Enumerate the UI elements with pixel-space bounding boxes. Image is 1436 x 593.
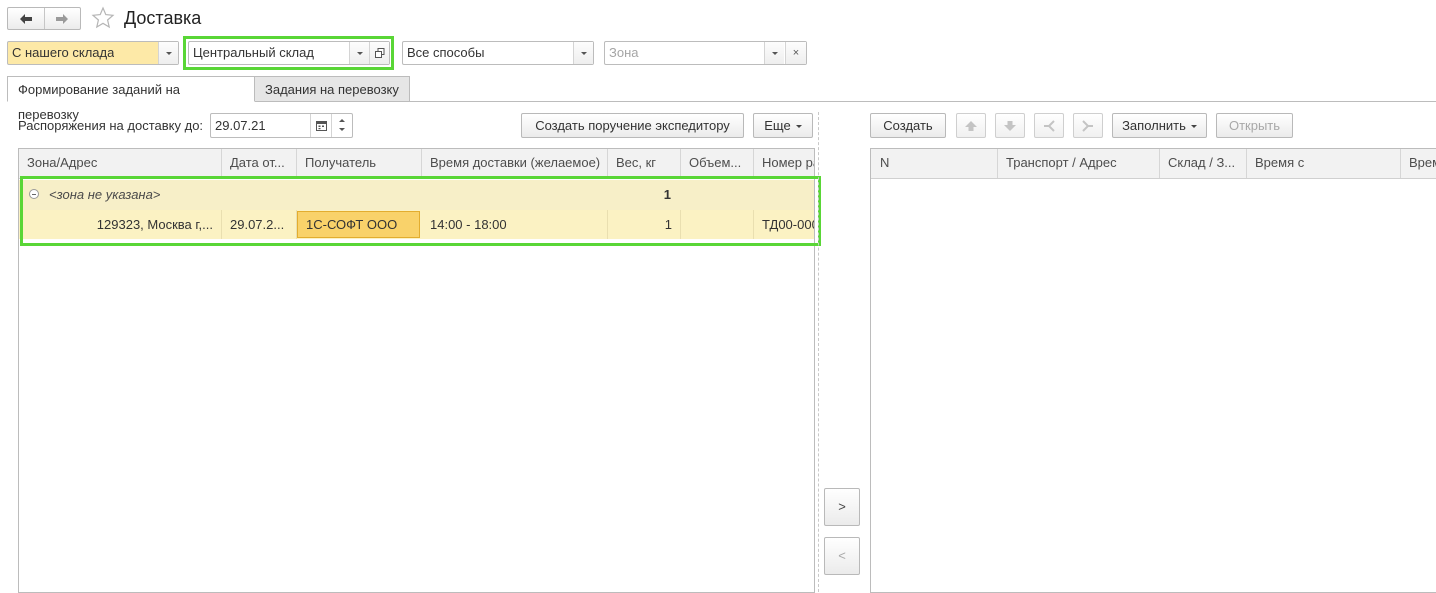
fill-label: Заполнить xyxy=(1122,118,1186,133)
source-select[interactable]: С нашего склада xyxy=(7,41,179,65)
chevron-down-icon[interactable] xyxy=(573,42,593,64)
arrow-right-icon xyxy=(56,13,69,24)
calendar-icon[interactable] xyxy=(310,114,331,137)
move-right-button[interactable]: > xyxy=(824,488,860,526)
delivery-method-value: Все способы xyxy=(407,45,485,60)
move-down-button[interactable] xyxy=(995,113,1025,138)
date-stepper[interactable] xyxy=(331,114,352,137)
column-n[interactable]: N xyxy=(871,149,998,178)
rows-highlight xyxy=(20,176,821,246)
split-button[interactable] xyxy=(1034,113,1064,138)
column-delivery-time[interactable]: Время доставки (желаемое) xyxy=(422,149,608,178)
move-up-button[interactable] xyxy=(956,113,986,138)
forward-button[interactable] xyxy=(43,8,81,29)
page-title: Доставка xyxy=(124,8,202,28)
split-icon xyxy=(1044,119,1055,132)
fill-button[interactable]: Заполнить xyxy=(1112,113,1207,138)
open-button[interactable]: Открыть xyxy=(1216,113,1293,138)
column-transport-address[interactable]: Транспорт / Адрес xyxy=(998,149,1160,178)
date-field[interactable]: 29.07.21 xyxy=(210,113,353,138)
source-value: С нашего склада xyxy=(12,45,115,60)
orders-table-header: Зона/Адрес Дата от... Получатель Время д… xyxy=(19,149,814,179)
create-order-button[interactable]: Создать поручение экспедитору xyxy=(521,113,744,138)
create-button[interactable]: Создать xyxy=(870,113,946,138)
tab-transport-tasks[interactable]: Задания на перевозку xyxy=(254,76,410,102)
clear-icon[interactable]: × xyxy=(785,42,806,64)
more-label: Еще xyxy=(764,118,791,133)
more-button[interactable]: Еще xyxy=(753,113,813,138)
arrow-up-icon xyxy=(965,120,977,131)
chevron-down-icon[interactable] xyxy=(339,128,345,131)
warehouse-value: Центральный склад xyxy=(193,45,314,60)
column-time-to[interactable]: Врем xyxy=(1401,149,1436,178)
navigation-buttons xyxy=(7,7,81,30)
merge-button[interactable] xyxy=(1073,113,1103,138)
column-recipient[interactable]: Получатель xyxy=(297,149,422,178)
chevron-down-icon[interactable] xyxy=(158,42,178,64)
chevron-down-icon xyxy=(795,125,802,129)
column-warehouse-zone[interactable]: Склад / З... xyxy=(1160,149,1247,178)
arrow-down-icon xyxy=(1004,120,1016,131)
transport-tasks-table[interactable]: N Транспорт / Адрес Склад / З... Время с… xyxy=(870,148,1436,593)
back-button[interactable] xyxy=(8,8,44,29)
column-date[interactable]: Дата от... xyxy=(222,149,297,178)
chevron-down-icon xyxy=(1190,125,1197,129)
open-window-icon[interactable] xyxy=(369,42,389,64)
panel-splitter[interactable] xyxy=(818,112,819,592)
delivery-method-select[interactable]: Все способы xyxy=(402,41,594,65)
tab-formation[interactable]: Формирование заданий на перевозку xyxy=(7,76,255,122)
transport-table-header: N Транспорт / Адрес Склад / З... Время с… xyxy=(871,149,1436,179)
date-value: 29.07.21 xyxy=(215,118,266,133)
column-volume[interactable]: Объем... xyxy=(681,149,754,178)
column-time-from[interactable]: Время с xyxy=(1247,149,1401,178)
column-weight[interactable]: Вес, кг xyxy=(608,149,681,178)
chevron-up-icon[interactable] xyxy=(339,119,345,122)
zone-placeholder: Зона xyxy=(609,45,639,60)
favorite-star-icon[interactable] xyxy=(91,6,115,30)
chevron-down-icon[interactable] xyxy=(764,42,784,64)
move-left-button[interactable]: < xyxy=(824,537,860,575)
merge-icon xyxy=(1082,119,1093,132)
column-number[interactable]: Номер ра xyxy=(754,149,814,178)
zone-input[interactable]: Зона × xyxy=(604,41,807,65)
arrow-left-icon xyxy=(19,13,32,24)
column-zone-address[interactable]: Зона/Адрес xyxy=(19,149,222,178)
warehouse-select[interactable]: Центральный склад xyxy=(188,41,390,65)
chevron-down-icon[interactable] xyxy=(349,42,369,64)
